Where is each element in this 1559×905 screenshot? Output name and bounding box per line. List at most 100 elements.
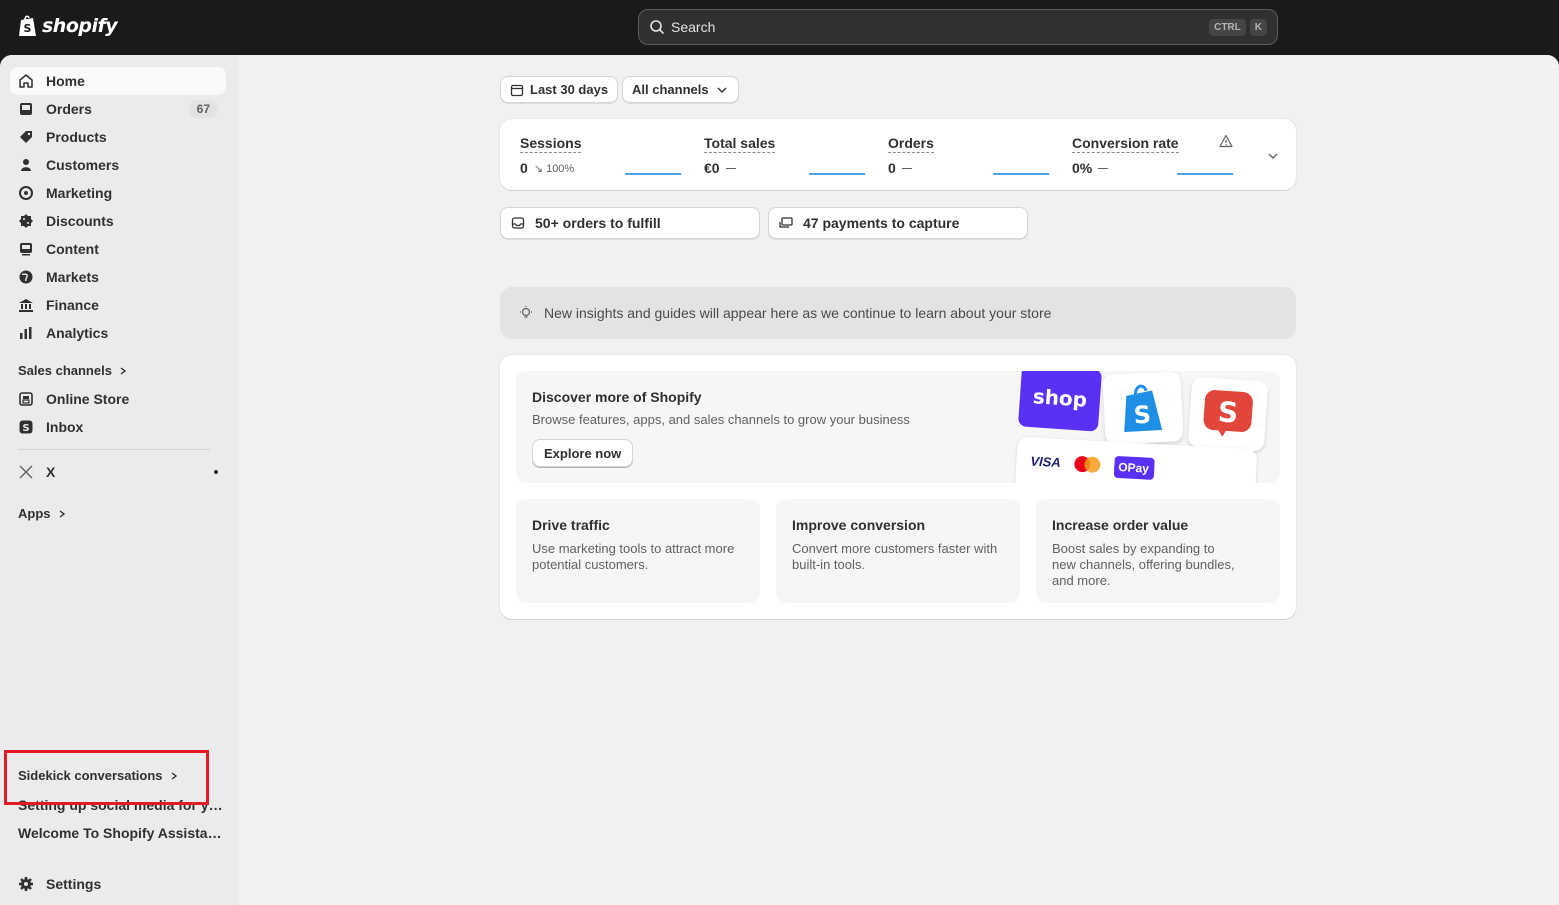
sales-channels-header[interactable]: Sales channels [18, 363, 128, 378]
search-input[interactable] [671, 19, 1206, 35]
bar-chart-icon [20, 327, 32, 339]
sidebar-item-discounts[interactable]: Discounts [10, 207, 226, 235]
chevron-right-icon [59, 509, 65, 518]
apps-header[interactable]: Apps [18, 506, 67, 521]
shop-app-illustration: shop [1017, 371, 1103, 432]
metric-change: ↘ 100% [533, 162, 575, 175]
shopify-inbox-icon: S [1203, 390, 1253, 437]
tile-title: Drive traffic [532, 517, 610, 533]
shortcut-ctrl: CTRL [1209, 18, 1246, 36]
shopify-bag-icon: S [1124, 384, 1163, 433]
action-label: 47 payments to capture [803, 215, 960, 231]
brand-name: shopify [42, 15, 118, 37]
metric-value: 0 [520, 160, 528, 176]
insight-text: New insights and guides will appear here… [544, 305, 1052, 321]
metrics-card: Sessions 0 ↘ 100% Total sales €0 Orders 0… [500, 119, 1296, 190]
sidebar-item-customers[interactable]: Customers [10, 151, 226, 179]
app-frame: Home Orders 67 Products Customers Market… [0, 55, 1559, 905]
sidebar-item-label: Online Store [46, 391, 130, 407]
sidebar-item-home[interactable]: Home [10, 67, 226, 95]
payments-to-capture-button[interactable]: 47 payments to capture [768, 207, 1028, 239]
store-icon [19, 392, 33, 406]
metric-title: Total sales [704, 135, 776, 153]
sales-sparkline [809, 173, 865, 175]
sidebar-item-label: X [46, 464, 56, 480]
sidebar-item-label: Finance [46, 297, 99, 313]
sales-channels-title: Sales channels [18, 363, 112, 378]
main-content: Last 30 days All channels Sessions 0 ↘ 10… [238, 55, 1559, 905]
sidebar-item-markets[interactable]: Markets [10, 263, 226, 291]
highlight-annotation-box [4, 750, 209, 805]
inbox-icon [511, 217, 525, 229]
status-dot [214, 470, 218, 474]
tile-description: Use marketing tools to attract more pote… [532, 541, 735, 572]
no-change-dash [1098, 167, 1109, 169]
date-range-label: Last 30 days [530, 82, 609, 97]
target-icon [19, 186, 33, 200]
discover-title: Discover more of Shopify [532, 389, 702, 405]
improve-conversion-tile[interactable]: Improve conversion Convert more customer… [776, 499, 1020, 603]
metric-total-sales[interactable]: Total sales €0 [704, 135, 776, 176]
orders-count-badge: 67 [188, 100, 218, 118]
metric-sessions[interactable]: Sessions 0 ↘ 100% [520, 135, 582, 176]
no-change-dash [725, 167, 736, 169]
orders-to-fulfill-button[interactable]: 50+ orders to fulfill [500, 207, 760, 239]
date-range-button[interactable]: Last 30 days [500, 76, 619, 103]
x-logo-icon [19, 465, 33, 479]
shopify-inbox-icon: S [19, 420, 33, 434]
image-icon [20, 243, 32, 256]
chevron-down-icon[interactable] [1266, 149, 1280, 163]
metric-value: 0% [1072, 160, 1093, 176]
shop-logo-text: shop [1032, 384, 1088, 412]
svg-text:S: S [1217, 395, 1239, 429]
shortcut-k: K [1249, 18, 1267, 36]
metric-conversion-rate[interactable]: Conversion rate 0% [1072, 135, 1179, 176]
sidebar-item-orders[interactable]: Orders 67 [10, 95, 226, 123]
sidebar-item-label: Content [46, 241, 99, 257]
orders-sparkline [993, 173, 1049, 175]
mastercard-logo-circle [1083, 456, 1101, 474]
sidebar-item-label: Customers [46, 157, 120, 173]
apps-title: Apps [18, 506, 51, 521]
tile-title: Improve conversion [792, 517, 926, 533]
drive-traffic-tile[interactable]: Drive traffic Use marketing tools to att… [516, 499, 760, 603]
shopify-app-illustration: S [1102, 371, 1184, 445]
tile-description: Boost sales by expanding to new channels… [1052, 541, 1235, 588]
action-label: 50+ orders to fulfill [535, 215, 661, 231]
sidebar-item-x[interactable]: X [10, 458, 226, 486]
sidebar-item-settings[interactable]: Settings [10, 870, 226, 898]
warning-icon[interactable] [1219, 134, 1233, 148]
sidebar-item-label: Settings [46, 876, 102, 892]
sidebar-item-products[interactable]: Products [10, 123, 226, 151]
sidebar-item-label: Analytics [46, 325, 109, 341]
discount-icon [19, 214, 33, 228]
search-bar[interactable]: CTRL K [638, 9, 1278, 45]
shopify-logo[interactable]: S shopify [18, 14, 118, 38]
metric-title: Conversion rate [1072, 135, 1179, 153]
sidebar-item-content[interactable]: Content [10, 235, 226, 263]
increase-order-value-tile[interactable]: Increase order value Boost sales by expa… [1036, 499, 1280, 603]
metric-value: 0 [888, 160, 896, 176]
inbox-icon [20, 103, 32, 115]
sidebar-item-label: Discounts [46, 213, 114, 229]
explore-now-button[interactable]: Explore now [532, 439, 634, 467]
sidebar-item-online-store[interactable]: Online Store [10, 385, 226, 413]
channel-filter-label: All channels [632, 82, 709, 97]
metric-value: €0 [704, 160, 720, 176]
home-icon [19, 74, 33, 88]
discover-card: Discover more of Shopify Browse features… [500, 355, 1296, 619]
metric-orders[interactable]: Orders 0 [888, 135, 934, 176]
sidebar-item-label: Orders [46, 101, 92, 117]
visa-logo: VISA [1030, 453, 1062, 471]
tag-icon [20, 131, 32, 143]
sidekick-conversation-item[interactable]: Welcome To Shopify Assistance [18, 825, 224, 841]
sidebar-item-label: Markets [46, 269, 99, 285]
top-bar: S shopify CTRL K [0, 0, 1559, 55]
sidebar-item-analytics[interactable]: Analytics [10, 319, 226, 347]
sidebar-item-marketing[interactable]: Marketing [10, 179, 226, 207]
sidebar-item-finance[interactable]: Finance [10, 291, 226, 319]
sidebar-item-inbox[interactable]: S Inbox [10, 413, 226, 441]
channel-filter-button[interactable]: All channels [622, 76, 739, 103]
sidebar-item-label: Home [46, 73, 85, 89]
svg-text:S: S [1133, 401, 1152, 430]
